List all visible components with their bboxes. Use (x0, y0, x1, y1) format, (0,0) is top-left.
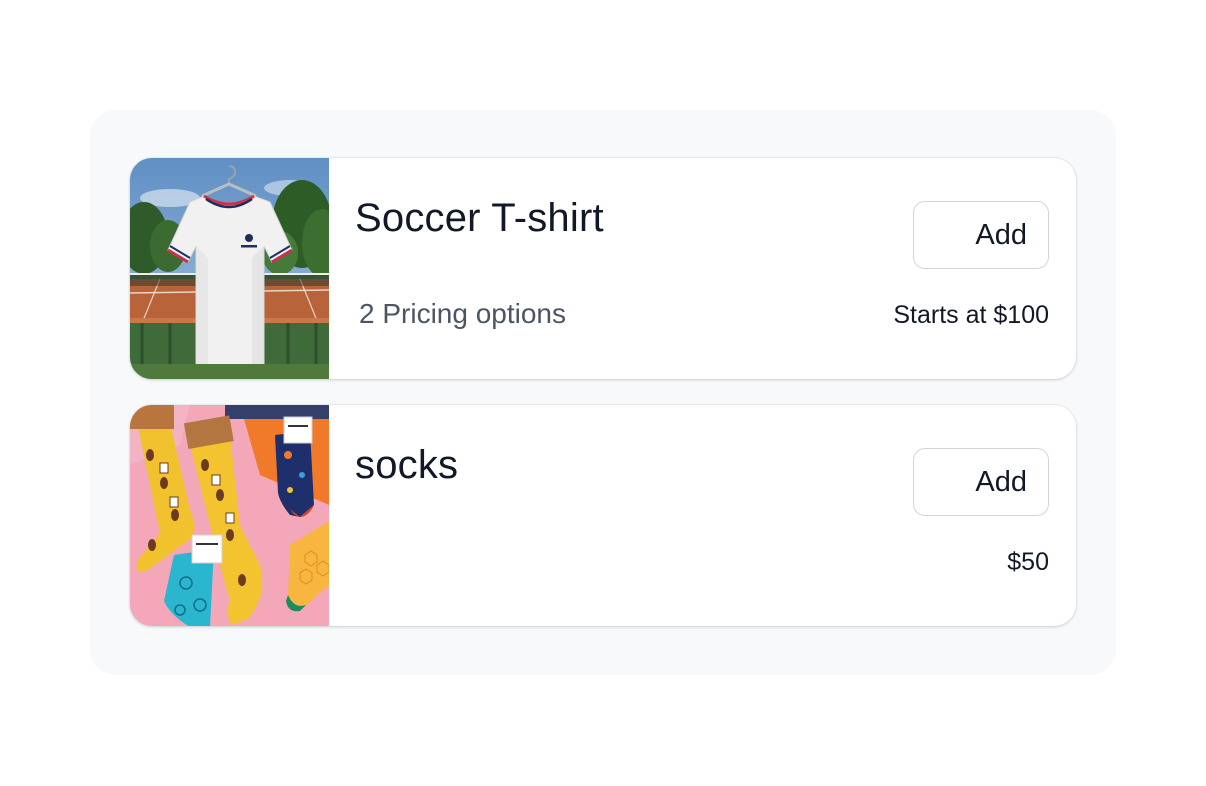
add-button[interactable]: Add (913, 448, 1049, 516)
pricing-options-label: 2 Pricing options (359, 298, 567, 329)
add-button[interactable]: Add (913, 201, 1049, 269)
product-title: socks (355, 443, 459, 487)
product-card-soccer-tshirt[interactable]: Soccer T-shirt 2 Pricing options Add Sta… (130, 158, 1076, 379)
product-title: Soccer T-shirt (355, 196, 604, 240)
product-card-socks[interactable]: socks Add $50 (130, 405, 1076, 626)
product-price: Starts at $100 (893, 301, 1049, 329)
product-price: $50 (1007, 548, 1049, 576)
tshirt-photo (130, 158, 329, 379)
socks-photo (130, 405, 329, 626)
